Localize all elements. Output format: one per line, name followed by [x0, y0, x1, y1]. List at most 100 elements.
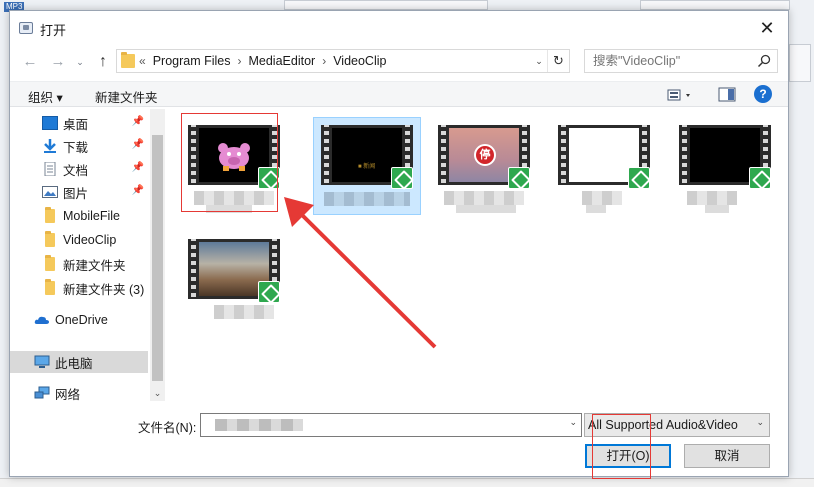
search-box[interactable]: [584, 49, 778, 73]
video-thumbnail: 停: [438, 125, 530, 189]
pin-icon[interactable]: 📌: [132, 185, 144, 196]
up-arrow-icon[interactable]: ↑: [93, 52, 113, 72]
file-type-dropdown-chevron-icon[interactable]: ⌄: [756, 417, 764, 428]
film-strip: [188, 239, 199, 299]
breadcrumb-separator-icon[interactable]: ›: [237, 54, 241, 68]
sidebar-item-videoclip[interactable]: VideoClip: [10, 229, 148, 251]
sidebar-item-label: 此电脑: [55, 356, 93, 371]
video-editor-badge-icon: [749, 167, 771, 189]
navigation-bar: ← → ⌄ ↑ « Program Files › MediaEditor › …: [10, 49, 788, 77]
blurred-file-name: [456, 205, 516, 213]
background-panel: [640, 0, 790, 10]
help-icon[interactable]: ?: [754, 85, 772, 103]
cloud-icon: [34, 316, 49, 324]
desktop-icon: [42, 116, 58, 130]
file-name-dropdown-chevron-icon[interactable]: ⌄: [569, 417, 577, 428]
video-file-tile[interactable]: [671, 117, 779, 215]
document-icon: [44, 162, 56, 176]
recent-locations-chevron-icon[interactable]: ⌄: [70, 52, 90, 72]
address-bar[interactable]: « Program Files › MediaEditor › VideoCli…: [116, 49, 570, 73]
network-icon: [34, 386, 50, 399]
blurred-file-name: [444, 191, 524, 205]
dialog-title: 打开: [40, 23, 67, 38]
sidebar-item-desktop[interactable]: 桌面 📌: [10, 112, 148, 134]
preview-pane-icon[interactable]: [718, 87, 736, 102]
scroll-down-chevron-icon[interactable]: ⌄: [150, 385, 165, 401]
video-file-tile[interactable]: 停: [430, 117, 538, 215]
background-side-button: [789, 44, 811, 82]
sidebar-item-pictures[interactable]: 图片 📌: [10, 181, 148, 203]
scrollbar-thumb[interactable]: [152, 135, 163, 381]
annotation-arrow-icon: [284, 197, 437, 349]
sidebar-item-new-folder[interactable]: 新建文件夹: [10, 253, 148, 275]
video-thumbnail: [188, 239, 280, 303]
film-strip: [438, 125, 449, 185]
stop-sign-image: 停: [474, 144, 496, 166]
file-name-label: 文件名(N):: [138, 421, 197, 435]
breadcrumb: « Program Files › MediaEditor › VideoCli…: [139, 54, 386, 68]
video-thumbnail: ■ 新闻: [321, 125, 413, 189]
breadcrumb-item-program-files[interactable]: Program Files: [153, 54, 231, 68]
sidebar-item-label: 文档: [63, 163, 89, 178]
film-strip: [558, 125, 569, 185]
organize-menu-button[interactable]: 组织 ▾: [28, 87, 63, 106]
dialog-titlebar: 打开 ✕: [10, 11, 788, 45]
file-name-combobox[interactable]: ⌄: [200, 413, 582, 437]
refresh-icon[interactable]: ↻: [547, 50, 569, 72]
blurred-file-name-value: [215, 419, 303, 431]
sidebar-item-label: 新建文件夹 (3): [63, 282, 145, 297]
download-icon: [44, 139, 56, 153]
annotation-highlight-box: [592, 414, 651, 479]
pin-icon[interactable]: 📌: [132, 139, 144, 150]
blurred-file-name: [214, 305, 274, 319]
video-editor-badge-icon: [628, 167, 650, 189]
sidebar-item-label: 新建文件夹: [63, 258, 126, 273]
sidebar-item-documents[interactable]: 文档 📌: [10, 158, 148, 180]
breadcrumb-overflow-icon[interactable]: «: [139, 54, 146, 68]
forward-arrow-icon[interactable]: →: [48, 52, 68, 72]
command-toolbar: 组织 ▾ 新建文件夹 ?: [10, 81, 788, 107]
blurred-file-name: [582, 191, 622, 205]
view-icon[interactable]: [666, 86, 696, 104]
folder-icon: [45, 207, 55, 223]
breadcrumb-item-videoclip[interactable]: VideoClip: [333, 54, 386, 68]
sidebar-item-new-folder-3[interactable]: 新建文件夹 (3): [10, 277, 148, 299]
search-icon[interactable]: [757, 54, 771, 68]
background-toolbar-button: [284, 0, 488, 10]
video-thumbnail: [558, 125, 650, 189]
video-editor-badge-icon: [391, 167, 413, 189]
new-folder-button[interactable]: 新建文件夹: [95, 87, 158, 106]
video-editor-badge-icon: [508, 167, 530, 189]
pin-icon[interactable]: 📌: [132, 162, 144, 173]
breadcrumb-item-mediaeditor[interactable]: MediaEditor: [248, 54, 315, 68]
pictures-icon: [42, 186, 58, 198]
blurred-file-name: [586, 205, 606, 213]
sidebar-item-onedrive[interactable]: OneDrive: [10, 309, 148, 331]
sidebar-item-label: MobileFile: [63, 209, 120, 223]
blurred-file-name: [705, 205, 729, 213]
sidebar-item-downloads[interactable]: 下载 📌: [10, 135, 148, 157]
video-editor-badge-icon: [258, 281, 280, 303]
blurred-file-name: [687, 191, 737, 205]
video-file-tile[interactable]: [550, 117, 658, 215]
back-arrow-icon[interactable]: ←: [20, 52, 40, 72]
address-dropdown-chevron-icon[interactable]: ⌄: [531, 52, 547, 70]
cancel-button[interactable]: 取消: [684, 444, 770, 468]
video-thumbnail: [679, 125, 771, 189]
folder-icon: [45, 255, 55, 271]
folder-icon: [45, 231, 55, 247]
computer-icon: [34, 355, 50, 368]
annotation-highlight-box: [181, 113, 278, 212]
pin-icon[interactable]: 📌: [132, 116, 144, 127]
sidebar-item-this-pc[interactable]: 此电脑: [10, 351, 148, 373]
navigation-scrollbar[interactable]: ⌄: [150, 109, 165, 401]
background-status-strip: [0, 478, 814, 487]
thumbnail-caption: ■ 新闻: [358, 164, 376, 170]
close-button[interactable]: ✕: [754, 17, 780, 41]
sidebar-item-label: VideoClip: [63, 233, 117, 247]
sidebar-item-network[interactable]: 网络: [10, 382, 148, 401]
video-file-tile[interactable]: [180, 231, 288, 329]
search-input[interactable]: [585, 50, 755, 72]
breadcrumb-separator-icon[interactable]: ›: [322, 54, 326, 68]
sidebar-item-mobilefile[interactable]: MobileFile: [10, 205, 148, 227]
